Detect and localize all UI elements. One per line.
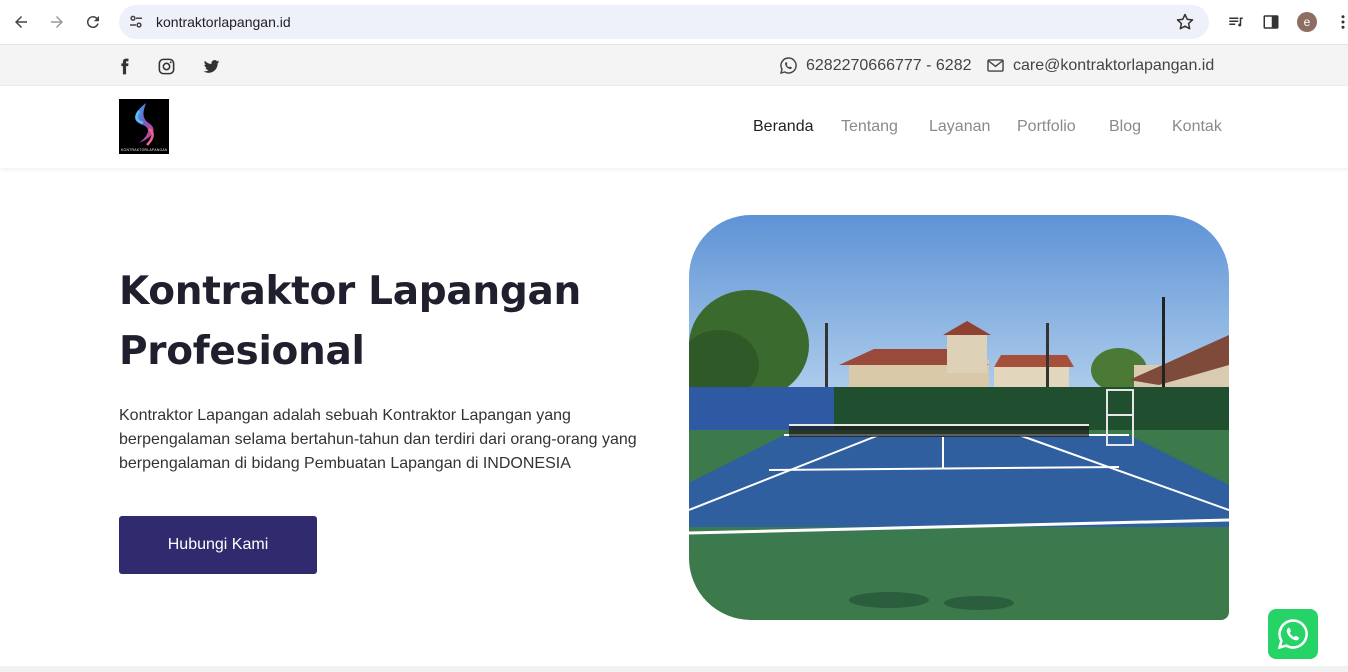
phone-contact[interactable]: 6282270666777 - 6282 xyxy=(779,56,972,75)
envelope-icon xyxy=(987,59,1004,72)
hero-title-line1: Kontraktor Lapangan xyxy=(119,269,581,314)
hero-image-tennis-court xyxy=(689,215,1229,620)
profile-avatar[interactable]: e xyxy=(1297,12,1317,32)
browser-toolbar: kontraktorlapangan.id e xyxy=(0,0,1348,45)
nav-beranda[interactable]: Beranda xyxy=(753,118,814,136)
whatsapp-icon xyxy=(779,57,797,75)
side-panel-icon[interactable] xyxy=(1261,12,1281,32)
twitter-icon[interactable] xyxy=(200,55,222,77)
hero-title-line2: Profesional xyxy=(119,329,365,374)
address-bar[interactable]: kontraktorlapangan.id xyxy=(119,5,1209,39)
nav-blog[interactable]: Blog xyxy=(1109,118,1141,136)
hero-description: Kontraktor Lapangan adalah sebuah Kontra… xyxy=(119,407,637,472)
reload-icon[interactable] xyxy=(82,11,104,33)
tune-icon[interactable] xyxy=(127,13,145,31)
kebab-menu-icon[interactable] xyxy=(1333,12,1348,32)
hero-title: Kontraktor Lapangan Profesional xyxy=(119,262,659,382)
arrow-right-icon[interactable] xyxy=(46,11,68,33)
email-text: care@kontraktorlapangan.id xyxy=(1013,56,1215,74)
phone-text: 6282270666777 - 6282 xyxy=(806,56,972,74)
email-contact[interactable]: care@kontraktorlapangan.id xyxy=(986,56,1214,75)
arrow-left-icon[interactable] xyxy=(10,11,32,33)
whatsapp-icon xyxy=(1277,619,1308,650)
whatsapp-float-button[interactable] xyxy=(1268,609,1318,659)
site-header: KONTRAKTORLAPANGAN.ID Beranda Tentang La… xyxy=(0,86,1348,168)
url-text: kontraktorlapangan.id xyxy=(156,14,291,30)
facebook-icon[interactable] xyxy=(113,55,135,77)
nav-tentang[interactable]: Tentang xyxy=(841,118,898,136)
instagram-icon[interactable] xyxy=(155,55,177,77)
top-info-bar: 6282270666777 - 6282 care@kontraktorlapa… xyxy=(0,45,1348,86)
site-logo[interactable]: KONTRAKTORLAPANGAN.ID xyxy=(119,99,169,154)
nav-kontak[interactable]: Kontak xyxy=(1172,118,1222,136)
logo-caption: KONTRAKTORLAPANGAN.ID xyxy=(121,148,167,152)
contact-us-button[interactable]: Hubungi Kami xyxy=(119,516,317,574)
playlist-icon[interactable] xyxy=(1226,12,1246,32)
star-icon[interactable] xyxy=(1175,12,1195,32)
section-divider xyxy=(0,666,1348,672)
nav-portfolio[interactable]: Portfolio xyxy=(1017,118,1076,136)
nav-layanan[interactable]: Layanan xyxy=(929,118,990,136)
